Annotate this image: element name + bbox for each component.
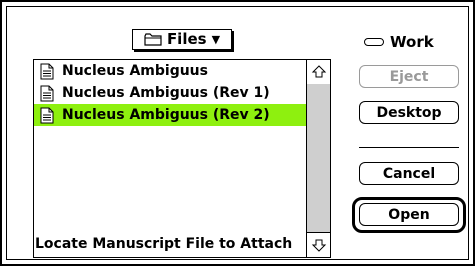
file-list-rows: Nucleus Ambiguus Nucleus Ambiguus (Rev 1… [34, 60, 306, 257]
file-row[interactable]: Nucleus Ambiguus [34, 60, 306, 82]
volume-name: Work [390, 33, 434, 51]
document-icon [40, 107, 54, 123]
file-name: Nucleus Ambiguus [62, 63, 208, 79]
document-icon [40, 85, 54, 101]
file-row-selected[interactable]: Nucleus Ambiguus (Rev 2) [34, 104, 306, 126]
vertical-scrollbar[interactable] [306, 60, 330, 257]
folder-icon [144, 33, 162, 46]
desktop-button[interactable]: Desktop [359, 101, 459, 124]
folder-popup-label: Files [166, 30, 207, 48]
scrollbar-track[interactable] [307, 84, 330, 233]
open-button[interactable]: Open [359, 203, 459, 226]
file-name: Nucleus Ambiguus (Rev 1) [62, 85, 270, 101]
file-row[interactable]: Nucleus Ambiguus (Rev 1) [34, 82, 306, 104]
button-divider [359, 147, 459, 148]
chevron-down-icon: ▼ [211, 33, 221, 46]
disk-volume-icon [364, 38, 384, 46]
scroll-down-arrow-icon[interactable] [307, 232, 330, 257]
eject-button[interactable]: Eject [359, 65, 459, 88]
cancel-button[interactable]: Cancel [359, 162, 459, 185]
volume-label: Work [364, 33, 434, 51]
folder-popup-menu[interactable]: Files ▼ [132, 29, 232, 50]
document-icon [40, 63, 54, 79]
scroll-up-arrow-icon[interactable] [307, 60, 330, 85]
file-name: Nucleus Ambiguus (Rev 2) [62, 107, 270, 123]
dialog-prompt: Locate Manuscript File to Attach [35, 236, 293, 252]
file-list[interactable]: Nucleus Ambiguus Nucleus Ambiguus (Rev 1… [33, 59, 331, 258]
open-file-dialog: Files ▼ Nucleus Ambiguus Nucleus Ambiguu… [0, 0, 475, 266]
